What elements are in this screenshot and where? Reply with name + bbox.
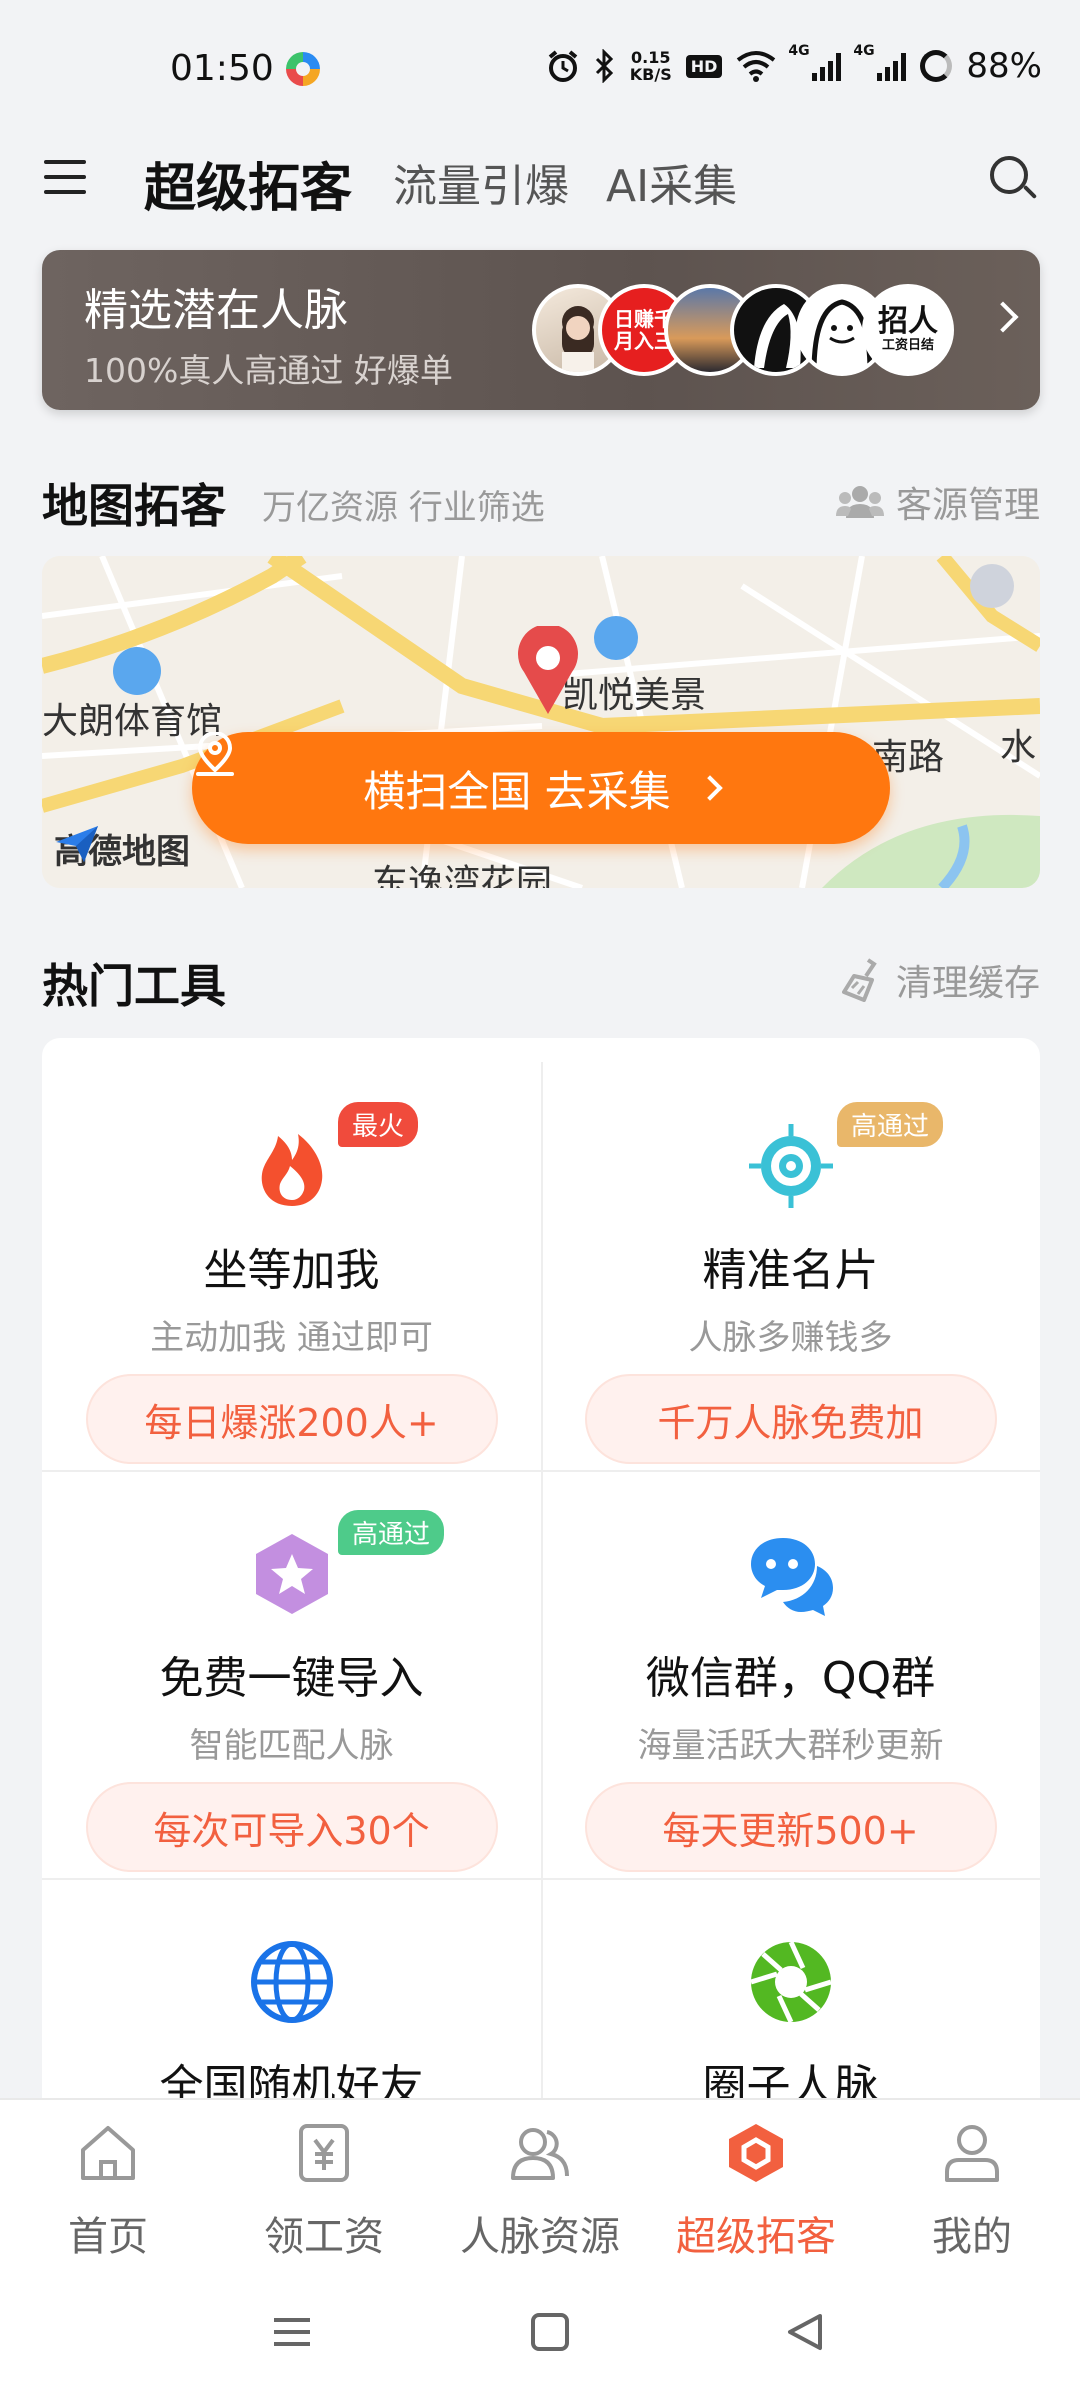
map-section-subtitle: 万亿资源 行业筛选 xyxy=(262,488,545,528)
nav-item-mine[interactable]: 我的 xyxy=(864,2120,1080,2262)
collect-nationwide-button[interactable]: 横扫全国 去采集 xyxy=(192,732,890,844)
status-icons: 0.15 KB/S HD 4G 4G 88% xyxy=(546,43,1042,86)
star-hexagon-icon xyxy=(255,1534,328,1614)
clear-cache-link[interactable]: 清理缓存 xyxy=(841,954,1040,1006)
collect-button-label: 横扫全国 去采集 xyxy=(363,766,671,816)
tab-super-tuoke[interactable]: 超级拓客 xyxy=(144,146,352,221)
tool-name: 圈子人脉 xyxy=(702,2061,879,2098)
nav-item-wages[interactable]: 领工资 xyxy=(216,2120,432,2262)
nav-item-contacts[interactable]: 人脉资源 xyxy=(432,2120,648,2262)
sim2-label: 4G xyxy=(853,43,875,59)
tab-traffic-boost[interactable]: 流量引爆 xyxy=(393,150,569,214)
map-pin-icon xyxy=(518,626,578,714)
tools-section-title: 热门工具 xyxy=(42,959,226,1013)
tool-name: 微信群，QQ群 xyxy=(645,1653,936,1704)
nav-item-super-tuoke[interactable]: 超级拓客 xyxy=(648,2120,864,2262)
tool-action-button[interactable]: 每次可导入30个 xyxy=(85,1782,498,1872)
map-view[interactable]: 大朗体育馆 凯悦美景 南路 水 东逸湾花园 高德地图 横扫全国 去采集 xyxy=(42,556,1040,888)
tool-card-circle-contacts[interactable]: 圈子人脉 xyxy=(541,1878,1040,2098)
map-label: 水 xyxy=(1000,727,1037,768)
home-square-icon[interactable] xyxy=(530,2312,570,2352)
search-icon[interactable] xyxy=(990,156,1038,202)
bluetooth-icon xyxy=(595,49,613,83)
contacts-icon xyxy=(511,2128,569,2180)
broom-icon xyxy=(841,958,877,1002)
tool-card-one-click-import[interactable]: 高通过 免费一键导入 智能匹配人脉 每次可导入30个 xyxy=(42,1470,541,1878)
people-icon xyxy=(835,486,884,518)
tool-card-random-friends[interactable]: 全国随机好友 xyxy=(42,1878,541,2098)
location-icon xyxy=(196,732,234,776)
nav-label: 我的 xyxy=(932,2214,1012,2260)
status-time: 01:50 xyxy=(170,48,274,89)
tool-name: 全国随机好友 xyxy=(159,2061,424,2098)
status-bar: 01:50 0.15 KB/S HD 4G 4G 88% xyxy=(0,0,1080,140)
signal-sim2-icon: 4G xyxy=(853,43,907,81)
tool-desc: 人脉多赚钱多 xyxy=(688,1318,893,1358)
globe-icon xyxy=(250,1941,333,2023)
avatar-stack: 日赚千 月入三 招人 工资日结 xyxy=(532,284,1002,376)
tool-desc: 智能匹配人脉 xyxy=(189,1726,394,1766)
signal-sim1-icon: 4G xyxy=(788,43,842,81)
clear-cache-label: 清理缓存 xyxy=(895,963,1040,1004)
tool-action-button[interactable]: 每天更新500+ xyxy=(584,1782,997,1872)
tool-desc: 主动加我 通过即可 xyxy=(150,1318,433,1358)
tool-card-precise-card[interactable]: 高通过 精准名片 人脉多赚钱多 千万人脉免费加 xyxy=(541,1062,1040,1470)
nav-label: 人脉资源 xyxy=(460,2214,620,2260)
system-nav-bar xyxy=(0,2268,1080,2400)
avatar-text: 招人 xyxy=(878,304,938,339)
avatar-subtext: 工资日结 xyxy=(881,338,934,353)
wifi-icon xyxy=(737,51,776,82)
bottom-nav: 首页 领工资 人脉资源 超级拓客 我的 xyxy=(0,2098,1080,2268)
amap-logo-icon xyxy=(56,826,98,862)
battery-icon xyxy=(920,50,953,82)
badge-high-pass: 高通过 xyxy=(837,1102,944,1147)
tool-action-button[interactable]: 每日爆涨200人+ xyxy=(85,1374,498,1464)
tool-card-groups[interactable]: 微信群，QQ群 海量活跃大群秒更新 每天更新500+ xyxy=(541,1470,1040,1878)
battery-percent: 88% xyxy=(966,46,1042,86)
home-icon xyxy=(81,2126,135,2180)
tab-ai-collect[interactable]: AI采集 xyxy=(606,150,737,214)
chevron-right-icon xyxy=(696,775,723,801)
contacts-banner[interactable]: 精选潜在人脉 100%真人高通过 好爆单 日赚千 月入三 招人 工资日结 xyxy=(42,250,1040,410)
hd-voice-icon: HD xyxy=(685,54,723,78)
menu-icon[interactable] xyxy=(44,160,86,196)
back-triangle-icon[interactable] xyxy=(786,2312,826,2352)
profile-icon xyxy=(945,2125,999,2182)
tool-name: 精准名片 xyxy=(702,1245,879,1296)
network-speed: 0.15 KB/S xyxy=(630,49,672,83)
target-icon xyxy=(748,1124,833,1208)
map-section-title: 地图拓客 xyxy=(42,479,226,533)
fire-icon xyxy=(261,1134,322,1206)
customer-management-link[interactable]: 客源管理 xyxy=(835,476,1040,528)
net-speed-unit: KB/S xyxy=(629,65,672,84)
tool-card-wait-add[interactable]: 最火 坐等加我 主动加我 通过即可 每日爆涨200人+ xyxy=(42,1062,541,1470)
badge-high-pass: 高通过 xyxy=(338,1510,445,1555)
banner-title: 精选潜在人脉 xyxy=(84,285,348,336)
sim1-label: 4G xyxy=(788,43,810,59)
customer-management-label: 客源管理 xyxy=(895,485,1040,526)
alarm-icon xyxy=(548,50,578,82)
hexagon-icon xyxy=(729,2124,783,2182)
amap-logo: 高德地图 xyxy=(54,824,190,873)
nav-label: 领工资 xyxy=(264,2214,384,2260)
nav-label: 超级拓客 xyxy=(676,2214,836,2260)
map-label: 凯悦美景 xyxy=(562,675,707,716)
nav-label: 首页 xyxy=(68,2214,148,2260)
nav-item-home[interactable]: 首页 xyxy=(0,2120,216,2262)
badge-hottest: 最火 xyxy=(338,1102,419,1147)
banner-subtitle: 100%真人高通过 好爆单 xyxy=(84,351,453,390)
wallet-icon xyxy=(299,2124,349,2182)
app-notification-icon xyxy=(286,52,320,86)
tools-grid: 最火 坐等加我 主动加我 通过即可 每日爆涨200人+ 高通过 精准名片 人脉多… xyxy=(42,1038,1040,2098)
map-label: 东逸湾花园 xyxy=(372,863,553,888)
aperture-icon xyxy=(749,1940,832,2024)
chat-bubbles-icon xyxy=(750,1538,833,1616)
tool-name: 免费一键导入 xyxy=(159,1653,424,1704)
tool-desc: 海量活跃大群秒更新 xyxy=(637,1726,944,1766)
recents-menu-icon[interactable] xyxy=(272,2312,312,2352)
avatar: 招人 工资日结 xyxy=(862,284,954,376)
tool-action-button[interactable]: 千万人脉免费加 xyxy=(584,1374,997,1464)
tool-name: 坐等加我 xyxy=(203,1245,380,1296)
